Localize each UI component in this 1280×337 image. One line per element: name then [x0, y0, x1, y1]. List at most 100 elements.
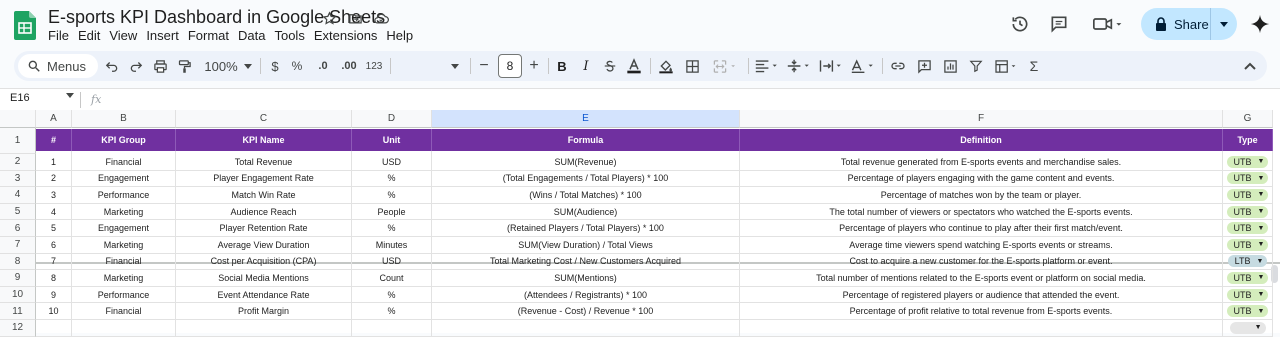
formula-cell[interactable]: (Attendees / Registrants) * 100	[432, 286, 740, 304]
kpi-name-cell[interactable]: Player Retention Rate	[176, 220, 352, 237]
type-cell[interactable]: UTB ▼	[1223, 237, 1273, 254]
empty-cell[interactable]	[1223, 151, 1273, 154]
type-dropdown-chip[interactable]: UTB ▼	[1226, 288, 1269, 301]
row-header-1[interactable]: 1	[0, 128, 36, 154]
menu-data[interactable]: Data	[238, 28, 270, 43]
menu-extensions[interactable]: Extensions	[314, 28, 383, 43]
paint-format-icon[interactable]	[174, 51, 194, 81]
table-header-kpi-group[interactable]: KPI Group	[72, 129, 176, 151]
definition-cell[interactable]: Percentage of matches won by the team or…	[740, 187, 1223, 204]
unit-cell[interactable]: %	[352, 286, 432, 304]
filter-views-icon[interactable]	[990, 51, 1022, 81]
formula-cell[interactable]: (Wins / Total Matches) * 100	[432, 187, 740, 204]
empty-cell[interactable]	[352, 151, 432, 154]
type-dropdown-chip[interactable]: UTB ▼	[1226, 222, 1269, 235]
row-header-7[interactable]: 7	[0, 237, 36, 254]
empty-cell[interactable]	[72, 320, 176, 337]
row-header-10[interactable]: 10	[0, 286, 36, 304]
kpi-group-cell[interactable]: Financial	[72, 154, 176, 171]
currency-format-button[interactable]: $	[266, 51, 284, 81]
formula-cell[interactable]: SUM(Revenue)	[432, 154, 740, 171]
insert-chart-icon[interactable]	[940, 51, 960, 81]
row-header-11[interactable]: 11	[0, 303, 36, 320]
bold-button[interactable]: B	[552, 51, 572, 81]
column-header-g[interactable]: G	[1223, 110, 1273, 128]
formula-cell[interactable]: (Retained Players / Total Players) * 100	[432, 220, 740, 237]
definition-cell[interactable]: Percentage of players engaging with the …	[740, 170, 1223, 188]
kpi-name-cell[interactable]: Cost per Acquisition (CPA)	[176, 253, 352, 271]
text-rotation-icon[interactable]	[848, 51, 878, 81]
column-header-f[interactable]: F	[740, 110, 1223, 128]
type-cell[interactable]: UTB ▼	[1223, 203, 1273, 221]
index-cell[interactable]: 1	[36, 154, 72, 171]
unit-cell[interactable]: %	[352, 187, 432, 204]
unit-cell[interactable]: People	[352, 203, 432, 221]
star-icon[interactable]	[320, 9, 338, 27]
menu-format[interactable]: Format	[188, 28, 234, 43]
index-cell[interactable]: 7	[36, 253, 72, 271]
row-header-3[interactable]: 3	[0, 170, 36, 188]
decrease-decimal-button[interactable]: .0	[312, 51, 334, 81]
unit-cell[interactable]: %	[352, 220, 432, 237]
horizontal-align-icon[interactable]	[752, 51, 782, 81]
type-cell[interactable]: UTB ▼	[1223, 154, 1273, 171]
gemini-icon[interactable]	[1248, 12, 1272, 36]
row-header-12[interactable]: 12	[0, 320, 36, 337]
index-cell[interactable]: 6	[36, 237, 72, 254]
kpi-group-cell[interactable]: Engagement	[72, 220, 176, 237]
sheets-logo-icon[interactable]	[14, 11, 36, 40]
increase-font-size-button[interactable]: +	[526, 51, 542, 81]
definition-cell[interactable]: Percentage of players who continue to pl…	[740, 220, 1223, 237]
kpi-group-cell[interactable]: Performance	[72, 286, 176, 304]
menu-tools[interactable]: Tools	[274, 28, 309, 43]
functions-icon[interactable]: Σ	[1024, 51, 1044, 81]
kpi-name-cell[interactable]: Average View Duration	[176, 237, 352, 254]
unit-cell[interactable]: %	[352, 303, 432, 320]
index-cell[interactable]: 2	[36, 170, 72, 188]
table-header-unit[interactable]: Unit	[352, 129, 432, 151]
type-cell[interactable]: UTB ▼	[1223, 270, 1273, 287]
definition-cell[interactable]: The total number of viewers or spectator…	[740, 203, 1223, 221]
kpi-group-cell[interactable]: Marketing	[72, 270, 176, 287]
meet-icon[interactable]	[1090, 12, 1126, 36]
share-button[interactable]: Share	[1141, 8, 1237, 40]
type-cell[interactable]: UTB ▼	[1223, 286, 1273, 304]
definition-cell[interactable]: Average time viewers spend watching E-sp…	[740, 237, 1223, 254]
index-cell[interactable]: 4	[36, 203, 72, 221]
column-header-c[interactable]: C	[176, 110, 352, 128]
formula-cell[interactable]: (Total Engagements / Total Players) * 10…	[432, 170, 740, 188]
cloud-status-icon[interactable]	[372, 9, 390, 27]
table-header-[interactable]: #	[36, 129, 72, 151]
column-header-a[interactable]: A	[36, 110, 72, 128]
more-formats-button[interactable]: 123	[363, 51, 385, 81]
empty-cell[interactable]	[740, 151, 1223, 154]
print-icon[interactable]	[150, 51, 170, 81]
type-dropdown-chip[interactable]: UTB ▼	[1226, 155, 1269, 168]
merge-cells-icon[interactable]	[708, 51, 742, 81]
definition-cell[interactable]: Total revenue generated from E-sports ev…	[740, 154, 1223, 171]
menu-edit[interactable]: Edit	[78, 28, 105, 43]
empty-cell[interactable]	[72, 151, 176, 154]
empty-cell[interactable]	[36, 320, 72, 337]
text-wrapping-icon[interactable]	[816, 51, 846, 81]
italic-button[interactable]: I	[576, 51, 596, 81]
index-cell[interactable]: 9	[36, 286, 72, 304]
column-header-e[interactable]: E	[432, 110, 740, 128]
empty-cell[interactable]	[740, 320, 1223, 337]
formula-cell[interactable]: (Revenue - Cost) / Revenue * 100	[432, 303, 740, 320]
kpi-name-cell[interactable]: Audience Reach	[176, 203, 352, 221]
type-cell[interactable]: ▼	[1223, 320, 1273, 337]
caret-down-icon[interactable]	[66, 93, 74, 98]
font-size-input[interactable]: 8	[498, 54, 522, 78]
kpi-name-cell[interactable]: Social Media Mentions	[176, 270, 352, 287]
empty-cell[interactable]	[432, 151, 740, 154]
empty-cell[interactable]	[36, 151, 72, 154]
spreadsheet-grid[interactable]: A B C D E F G 1 2 3 4 5 6 7 8 9 10 11 12 # KPI Group KPI Name…	[0, 110, 1280, 337]
index-cell[interactable]: 10	[36, 303, 72, 320]
unit-cell[interactable]: Minutes	[352, 237, 432, 254]
column-header-d[interactable]: D	[352, 110, 432, 128]
table-header-formula[interactable]: Formula	[432, 129, 740, 151]
share-options-button[interactable]	[1211, 21, 1237, 27]
kpi-name-cell[interactable]: Profit Margin	[176, 303, 352, 320]
menu-view[interactable]: View	[109, 28, 142, 43]
